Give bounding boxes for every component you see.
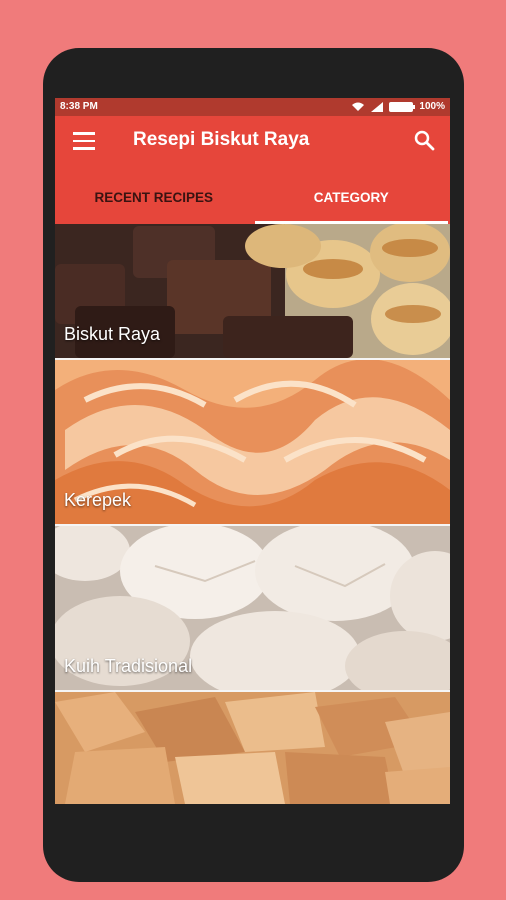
app-screen: 8:38 PM 100% Resepi Biskut Raya RECENT R…: [55, 98, 450, 804]
signal-icon: [371, 101, 384, 112]
app-title: Resepi Biskut Raya: [133, 129, 310, 150]
wifi-icon: [352, 102, 365, 111]
category-card-kerepek[interactable]: Kerepek: [55, 360, 450, 524]
status-bar: 8:38 PM 100%: [55, 98, 450, 116]
tab-recent-recipes[interactable]: RECENT RECIPES: [55, 166, 253, 224]
category-card-4[interactable]: [55, 692, 450, 804]
category-4-image: [55, 692, 450, 804]
category-label: Biskut Raya: [64, 324, 161, 344]
menu-icon[interactable]: [73, 132, 95, 150]
category-card-kuih-tradisional[interactable]: Kuih Tradisional: [55, 526, 450, 690]
tab-bar: RECENT RECIPES CATEGORY: [55, 166, 450, 224]
status-icons: 100%: [351, 101, 445, 112]
app-bar: Resepi Biskut Raya: [55, 116, 450, 166]
category-label: Kerepek: [64, 490, 132, 510]
search-icon[interactable]: [412, 128, 436, 152]
battery-icon: [389, 101, 416, 112]
category-card-biskut-raya[interactable]: Biskut Raya: [55, 224, 450, 358]
battery-level: 100%: [419, 101, 445, 112]
tab-category[interactable]: CATEGORY: [253, 166, 451, 224]
category-label: Kuih Tradisional: [64, 656, 193, 676]
status-time: 8:38 PM: [60, 101, 98, 112]
